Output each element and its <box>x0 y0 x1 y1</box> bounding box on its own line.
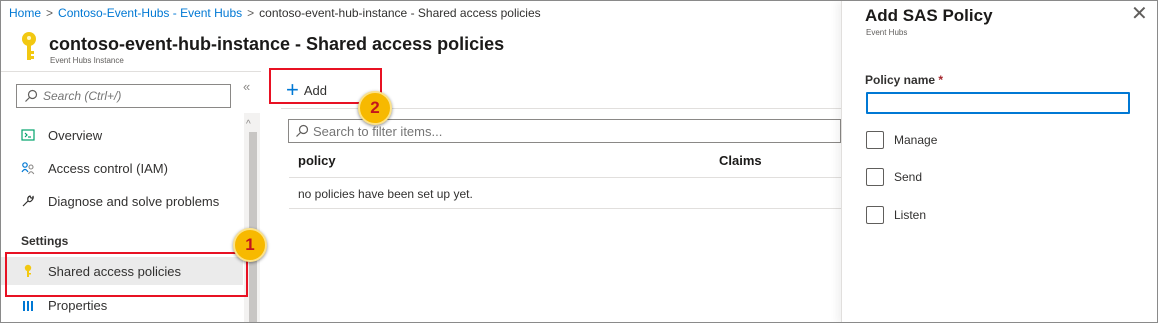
table-row-divider <box>289 208 841 209</box>
send-checkbox-row[interactable]: Send <box>866 168 922 186</box>
breadcrumb-separator: > <box>46 6 54 20</box>
send-checkbox-label: Send <box>894 170 923 184</box>
table-header-divider <box>289 177 841 178</box>
settings-section-heading: Settings <box>21 234 69 248</box>
step-badge-2: 2 <box>358 91 392 125</box>
empty-table-message: no policies have been set up yet. <box>298 187 473 201</box>
search-icon <box>296 124 309 137</box>
collapse-sidebar-button[interactable]: « <box>243 79 250 94</box>
sidebar-item-label: Overview <box>48 127 103 143</box>
column-header-claims[interactable]: Claims <box>719 153 762 168</box>
breadcrumb-current: contoso-event-hub-instance - Shared acce… <box>259 6 541 20</box>
page-subtitle: Event Hubs Instance <box>50 56 124 65</box>
listen-checkbox[interactable] <box>866 206 884 224</box>
manage-checkbox-label: Manage <box>894 133 938 147</box>
listen-checkbox-row[interactable]: Listen <box>866 206 926 224</box>
listen-checkbox-label: Listen <box>894 208 927 222</box>
step-badge-1: 1 <box>233 228 267 262</box>
required-marker: * <box>938 73 944 87</box>
shared-access-highlight-box <box>5 252 248 297</box>
manage-checkbox-row[interactable]: Manage <box>866 131 937 149</box>
close-icon[interactable]: ✕ <box>1131 4 1148 24</box>
sidebar-item-label: Diagnose and solve problems <box>48 193 220 209</box>
blade-subtitle: Event Hubs <box>866 28 908 37</box>
sidebar-search-input[interactable] <box>43 87 223 105</box>
policy-name-input[interactable] <box>866 92 1130 114</box>
portal-frame: Home > Contoso-Event-Hubs - Event Hubs > con… <box>0 0 1158 323</box>
filter-input[interactable] <box>313 122 813 140</box>
policy-name-label-text: Policy name <box>865 73 936 87</box>
breadcrumb-home[interactable]: Home <box>9 6 41 20</box>
wrench-icon <box>21 194 35 208</box>
overview-icon <box>21 128 35 142</box>
breadcrumb-event-hubs[interactable]: Contoso-Event-Hubs - Event Hubs <box>58 6 242 20</box>
breadcrumb-separator: > <box>247 6 255 20</box>
people-icon <box>21 161 35 175</box>
sidebar-item-label: Access control (IAM) <box>48 160 168 176</box>
send-checkbox[interactable] <box>866 168 884 186</box>
page-title: contoso-event-hub-instance - Shared acce… <box>49 34 505 54</box>
sidebar-search[interactable] <box>16 84 231 108</box>
policy-name-label: Policy name * <box>865 73 943 87</box>
blade-title: Add SAS Policy <box>865 6 993 25</box>
manage-checkbox[interactable] <box>866 131 884 149</box>
add-sas-policy-blade <box>841 1 1157 322</box>
breadcrumb: Home > Contoso-Event-Hubs - Event Hubs > con… <box>9 6 541 20</box>
properties-icon <box>21 298 35 312</box>
key-icon <box>22 32 36 60</box>
sidebar-item-label: Properties <box>48 297 108 313</box>
sidebar-item-overview[interactable]: Overview <box>1 121 243 149</box>
sidebar-item-access-control[interactable]: Access control (IAM) <box>1 154 243 182</box>
scroll-up-icon[interactable]: ^ <box>246 119 251 130</box>
sidebar-item-diagnose[interactable]: Diagnose and solve problems <box>1 187 243 215</box>
search-icon <box>25 89 38 102</box>
column-header-policy[interactable]: policy <box>298 153 336 168</box>
